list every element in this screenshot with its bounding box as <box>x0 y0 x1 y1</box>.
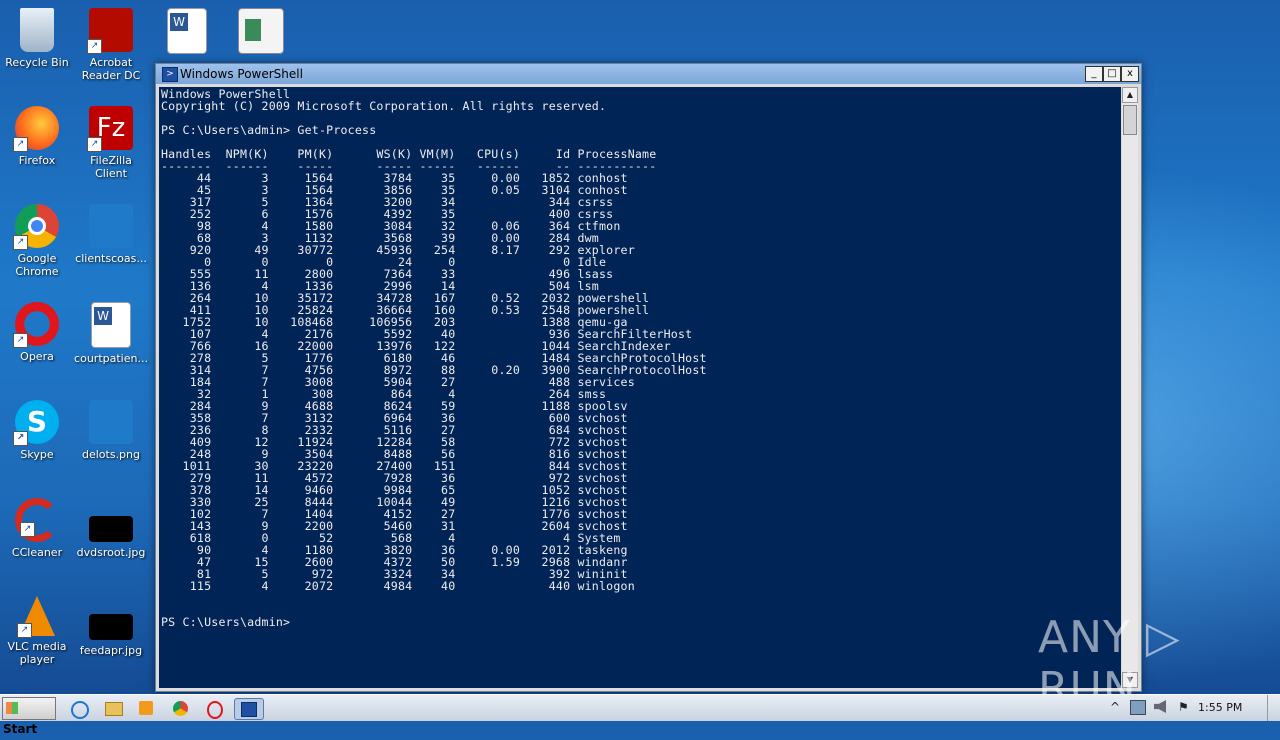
desktop-icon-label: dvdsroot.jpg <box>76 546 146 559</box>
network-icon[interactable] <box>1130 700 1146 715</box>
desktop-icon-label: feedapr.jpg <box>79 644 143 657</box>
blank-file-icon <box>89 204 133 248</box>
show-desktop-button[interactable] <box>1267 695 1280 721</box>
opera-icon[interactable] <box>204 698 226 719</box>
black-image-icon <box>89 516 133 542</box>
powershell-taskbar-button[interactable] <box>234 698 264 720</box>
desktop-icon-skype[interactable]: S ↗ Skype <box>0 400 74 461</box>
desktop-icon-opera[interactable]: ↗ Opera <box>0 302 74 363</box>
skype-icon: S ↗ <box>13 400 59 446</box>
start-button[interactable]: Start <box>2 697 56 736</box>
opera-icon: ↗ <box>13 302 59 348</box>
desktop-icon-image-file[interactable] <box>224 8 298 58</box>
vlc-icon: ↗ <box>17 596 55 638</box>
desktop-icon-label: CCleaner <box>11 546 63 559</box>
console-text: Windows PowerShell Copyright (C) 2009 Mi… <box>161 87 707 629</box>
explorer-icon[interactable] <box>102 698 124 718</box>
word-doc-icon: W <box>91 302 131 348</box>
desktop-icon-delots[interactable]: delots.png <box>74 400 148 461</box>
ccleaner-icon: ↗ <box>15 498 59 542</box>
minimize-button[interactable]: _ <box>1085 66 1103 82</box>
word-doc-icon: W <box>167 8 207 54</box>
desktop-icon-recycle-bin[interactable]: Recycle Bin <box>0 8 74 69</box>
desktop-icon-feedapr[interactable]: feedapr.jpg <box>74 596 148 657</box>
console-output[interactable]: Windows PowerShell Copyright (C) 2009 Mi… <box>159 87 1121 688</box>
image-file-icon <box>238 8 284 54</box>
acrobat-icon: ↗ <box>87 8 133 54</box>
chrome-icon: ↗ <box>13 204 59 250</box>
desktop-icon-word-doc[interactable]: W <box>150 8 224 58</box>
recycle-bin-icon <box>20 8 54 52</box>
desktop-icon-acrobat[interactable]: ↗ Acrobat Reader DC <box>74 8 148 82</box>
desktop-icon-ccleaner[interactable]: ↗ CCleaner <box>0 498 74 559</box>
scroll-thumb[interactable] <box>1123 105 1137 135</box>
vertical-scrollbar[interactable]: ▲ ▼ <box>1122 87 1138 688</box>
desktop-icon-vlc[interactable]: ↗ VLC media player <box>0 596 74 666</box>
powershell-icon: > <box>162 67 178 82</box>
chrome-icon[interactable] <box>170 698 192 718</box>
firefox-icon: ↗ <box>13 106 59 152</box>
windows-logo-icon <box>6 702 18 714</box>
desktop-icon-label: Acrobat Reader DC <box>81 56 141 82</box>
scroll-up-button[interactable]: ▲ <box>1122 87 1138 103</box>
maximize-button[interactable]: □ <box>1103 66 1121 82</box>
desktop-icon-label: Recycle Bin <box>5 56 69 69</box>
desktop-icon-label: delots.png <box>81 448 140 461</box>
desktop-icon-label: Skype <box>20 448 54 461</box>
desktop-icon-chrome[interactable]: ↗ Google Chrome <box>0 204 74 278</box>
powershell-window[interactable]: > Windows PowerShell _ □ x Windows Power… <box>155 63 1142 692</box>
window-title: Windows PowerShell <box>180 67 303 81</box>
action-center-flag-icon[interactable]: ⚑ <box>1178 700 1189 714</box>
desktop-icon-label: Google Chrome <box>15 252 59 278</box>
black-image-icon <box>89 614 133 640</box>
desktop-icon-label: Opera <box>20 350 54 363</box>
taskbar: Start ^ ⚑ 1:55 PM <box>0 694 1280 736</box>
window-titlebar[interactable]: > Windows PowerShell _ □ x <box>156 64 1141 84</box>
desktop-icon-label: clientscoas... <box>75 252 147 265</box>
ie-icon[interactable] <box>68 698 90 719</box>
volume-icon[interactable] <box>1154 700 1166 713</box>
start-label: Start <box>3 722 38 736</box>
desktop-icon-courtpatien[interactable]: W courtpatien... <box>74 302 148 365</box>
desktop-icon-label: FileZilla Client <box>90 154 132 180</box>
desktop-icon-label: courtpatien... <box>74 352 148 365</box>
filezilla-icon: Fz ↗ <box>87 106 133 152</box>
taskbar-clock[interactable]: 1:55 PM <box>1198 701 1242 714</box>
blank-file-icon <box>89 400 133 444</box>
desktop-icon-clientscoas[interactable]: clientscoas... <box>74 204 148 265</box>
close-button[interactable]: x <box>1121 66 1139 82</box>
desktop-icon-label: VLC media player <box>7 640 67 666</box>
media-player-icon[interactable] <box>136 698 158 718</box>
show-hidden-icons-button[interactable]: ^ <box>1110 700 1120 714</box>
desktop-icon-filezilla[interactable]: Fz ↗ FileZilla Client <box>74 106 148 180</box>
desktop-icon-dvdsroot[interactable]: dvdsroot.jpg <box>74 498 148 559</box>
desktop-icon-firefox[interactable]: ↗ Firefox <box>0 106 74 167</box>
desktop-icon-label: Firefox <box>18 154 56 167</box>
